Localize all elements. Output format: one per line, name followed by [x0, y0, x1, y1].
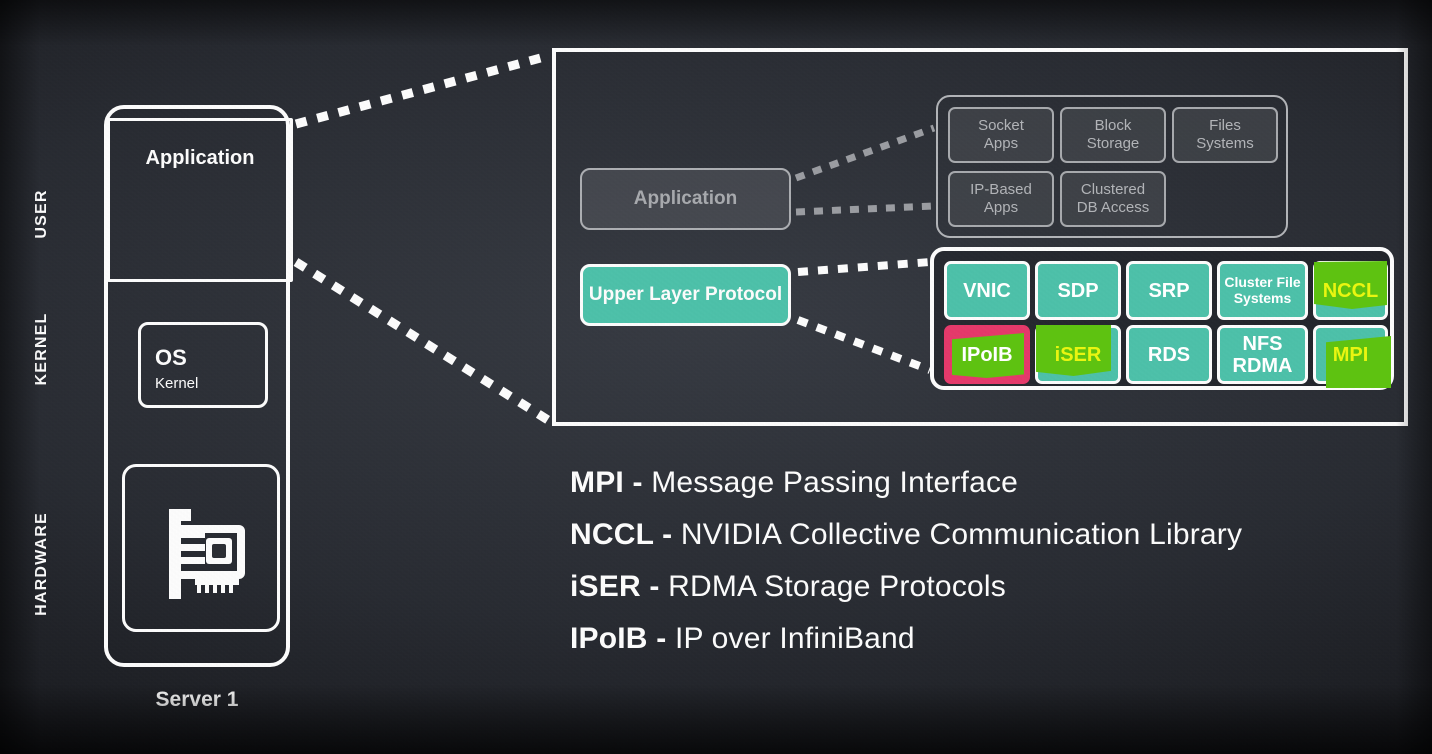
- legend-item-ipoib: IPoIB - IP over InfiniBand: [570, 622, 1410, 656]
- legend-item-iser: iSER - RDMA Storage Protocols: [570, 570, 1410, 604]
- app-type-line-1: Socket: [978, 117, 1024, 135]
- slide-canvas: USER KERNEL HARDWARE Application OS Kern…: [0, 0, 1432, 754]
- legend-dash: -: [623, 466, 652, 499]
- protocol-box-mpi[interactable]: MPI: [1313, 325, 1391, 388]
- legend-list: MPI - Message Passing Interface NCCL - N…: [570, 466, 1410, 674]
- legend-abbr: IPoIB: [570, 622, 648, 655]
- server-caption: Server 1: [155, 688, 239, 711]
- os-label: OS: [155, 345, 187, 370]
- legend-dash: -: [640, 570, 669, 603]
- protocol-box-rds[interactable]: RDS: [1126, 325, 1212, 384]
- legend-item-mpi: MPI - Message Passing Interface: [570, 466, 1410, 500]
- application-label: Application: [145, 147, 255, 169]
- os-kernel-cell: OS Kernel: [138, 322, 268, 408]
- panel-application-label: Application: [633, 188, 738, 209]
- app-type-line-1: Clustered: [1080, 181, 1146, 199]
- app-type-block-storage[interactable]: Block Storage: [1060, 107, 1166, 163]
- app-type-socket-apps[interactable]: Socket Apps: [948, 107, 1054, 163]
- app-type-line-2: Storage: [1086, 135, 1140, 152]
- protocol-label: VNIC: [963, 279, 1011, 302]
- protocol-box-iser[interactable]: iSER: [1035, 325, 1121, 384]
- app-type-line-2: DB Access: [1076, 199, 1150, 216]
- protocol-label-line-1: Cluster File: [1224, 274, 1301, 291]
- app-type-line-1: Block: [1094, 117, 1132, 135]
- legend-full: Message Passing Interface: [651, 466, 1019, 499]
- app-type-files-systems[interactable]: Files Systems: [1172, 107, 1278, 163]
- app-type-line-2: Apps: [983, 135, 1019, 152]
- protocol-label: RDS: [1147, 343, 1191, 366]
- legend-full: IP over InfiniBand: [674, 622, 915, 655]
- protocol-label: IPoIB: [961, 343, 1013, 366]
- side-label-kernel: KERNEL: [33, 312, 50, 386]
- protocol-label: iSER: [1054, 343, 1102, 366]
- protocol-box-nfs-rdma[interactable]: NFS RDMA: [1217, 325, 1308, 384]
- app-type-ip-based-apps[interactable]: IP-Based Apps: [948, 171, 1054, 227]
- side-label-hardware: HARDWARE: [33, 512, 50, 616]
- legend-abbr: NCCL: [570, 518, 654, 551]
- kernel-label: Kernel: [155, 375, 199, 392]
- app-type-line-2: Systems: [1196, 135, 1254, 152]
- protocol-box-nccl[interactable]: NCCL: [1313, 261, 1388, 320]
- legend-abbr: iSER: [570, 570, 641, 603]
- protocol-label-line-1: NFS: [1242, 332, 1283, 355]
- legend-dash: -: [647, 622, 675, 655]
- legend-full: NVIDIA Collective Communication Library: [680, 518, 1243, 551]
- application-types-group: Socket Apps Block Storage Files Systems …: [936, 95, 1288, 238]
- app-type-line-1: Files: [1209, 117, 1241, 135]
- protocol-group: VNIC SDP SRP Cluster File Systems NCCL I…: [930, 247, 1394, 390]
- protocol-box-cluster-file-systems[interactable]: Cluster File Systems: [1217, 261, 1308, 320]
- upper-layer-protocol-label: Upper Layer Protocol: [588, 284, 783, 305]
- hardware-cell: [122, 464, 280, 632]
- protocol-label: MPI: [1332, 343, 1369, 366]
- protocol-box-srp[interactable]: SRP: [1126, 261, 1212, 320]
- app-type-line-1: IP-Based: [970, 181, 1032, 199]
- network-interface-card-icon: [151, 495, 257, 612]
- side-label-user: USER: [33, 189, 50, 239]
- legend-item-nccl: NCCL - NVIDIA Collective Communication L…: [570, 518, 1410, 552]
- panel-application-box[interactable]: Application: [580, 168, 791, 230]
- app-type-clustered-db-access[interactable]: Clustered DB Access: [1060, 171, 1166, 227]
- protocol-label: NCCL: [1322, 279, 1379, 302]
- server-stack: Application OS Kernel: [104, 105, 293, 667]
- legend-full: RDMA Storage Protocols: [668, 570, 1006, 603]
- user-space-cell: Application: [107, 118, 293, 282]
- protocol-label: SDP: [1057, 279, 1099, 302]
- protocol-box-vnic[interactable]: VNIC: [944, 261, 1030, 320]
- legend-abbr: MPI: [570, 466, 624, 499]
- protocol-label: SRP: [1148, 279, 1190, 302]
- protocol-label-line-2: Systems: [1233, 289, 1292, 306]
- protocol-box-ipoib[interactable]: IPoIB: [944, 325, 1030, 384]
- legend-dash: -: [653, 518, 681, 551]
- protocol-label-line-2: RDMA: [1232, 354, 1293, 377]
- upper-layer-protocol-box[interactable]: Upper Layer Protocol: [580, 264, 791, 326]
- app-type-line-2: Apps: [983, 199, 1019, 216]
- protocol-box-sdp[interactable]: SDP: [1035, 261, 1121, 320]
